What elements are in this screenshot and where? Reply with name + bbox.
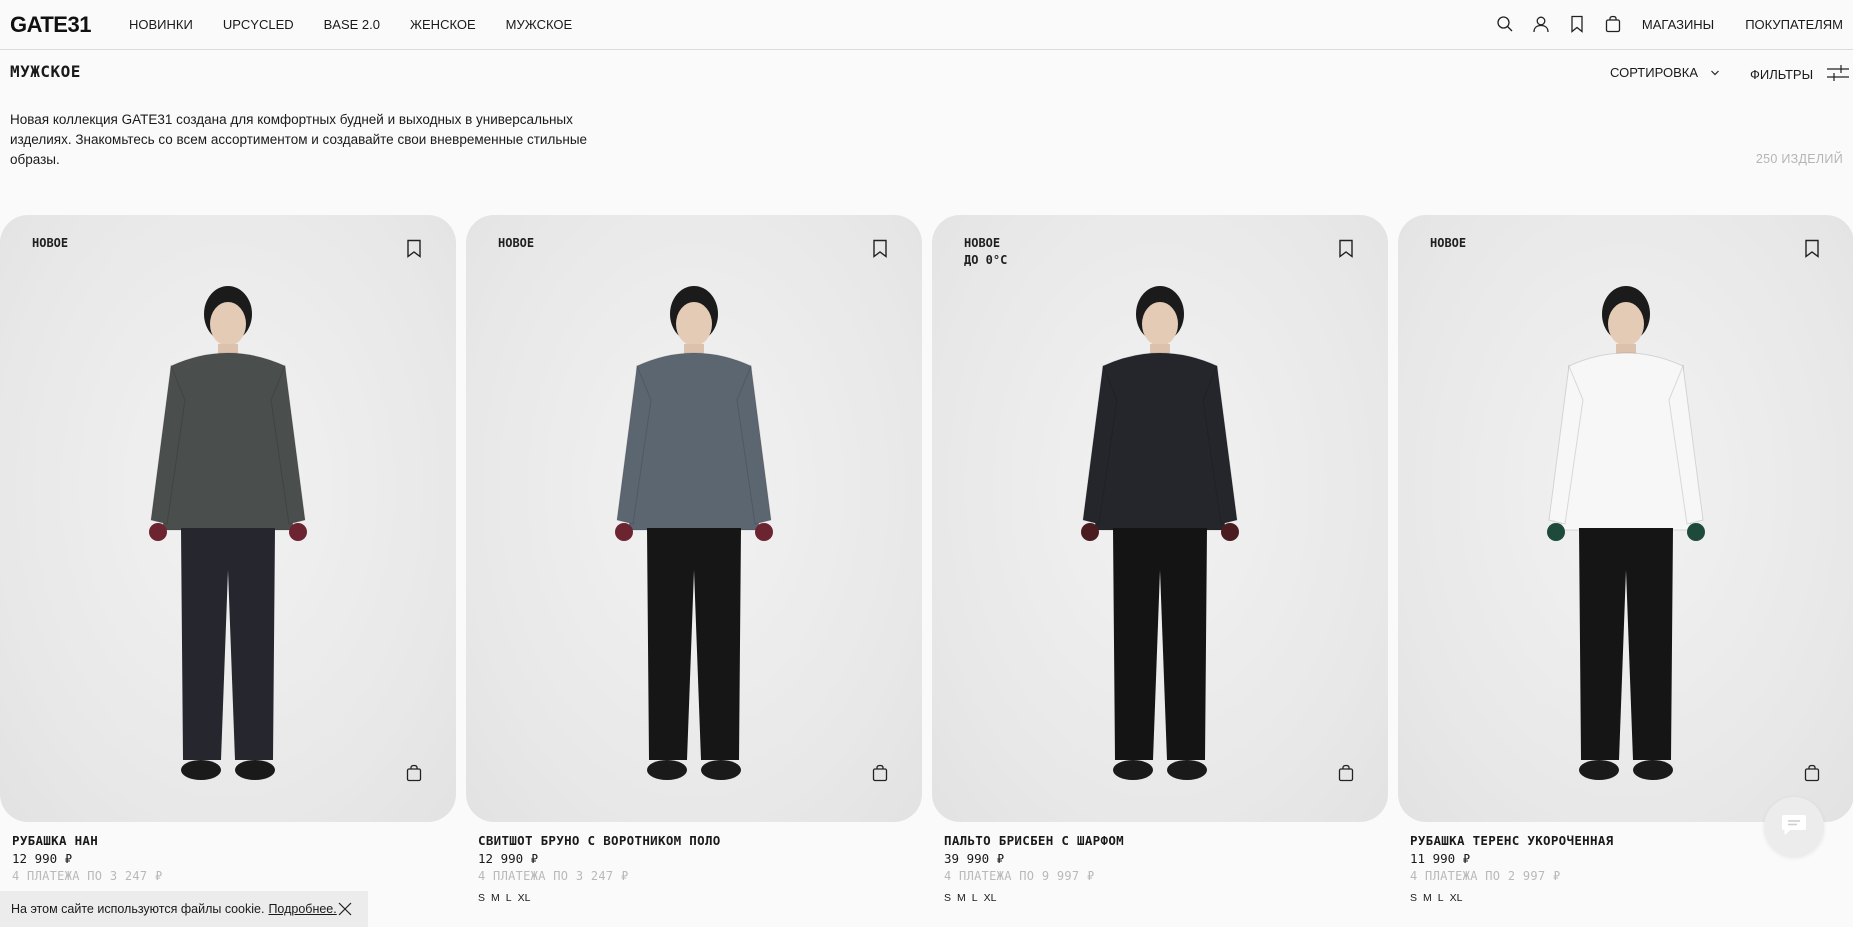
product-sizes: S M L XL [478,892,922,904]
sort-label: СОРТИРОВКА [1610,65,1698,80]
product-image[interactable]: НОВОЕ [0,215,456,822]
size-option[interactable]: L [506,892,512,904]
product-card[interactable]: НОВОЕ [466,215,922,904]
add-to-cart-icon[interactable] [872,764,888,782]
size-option[interactable]: S [1410,892,1417,904]
nav-item-men[interactable]: МУЖСКОЕ [506,17,573,32]
customers-link[interactable]: ПОКУПАТЕЛЯМ [1745,17,1843,32]
product-card[interactable]: НОВОЕ [0,215,456,892]
bookmark-icon[interactable] [1804,239,1820,258]
product-sizes: S M L XL [944,892,1388,904]
size-option[interactable]: M [957,892,966,904]
size-option[interactable]: XL [518,892,531,904]
size-option[interactable]: XL [984,892,997,904]
product-card[interactable]: НОВОЕ ДО 0°C ПАЛЬТО БРИСБЕН С ШАРФОМ 39 … [932,215,1388,904]
product-badge: НОВОЕ [32,236,69,250]
search-icon[interactable] [1496,15,1514,33]
collection-description: Новая коллекция GATE31 создана для комфо… [10,112,588,167]
model-figure [599,270,789,795]
user-icon[interactable] [1532,15,1550,33]
header-icons [1496,15,1622,33]
header-links: МАГАЗИНЫ ПОКУПАТЕЛЯМ [1642,17,1843,32]
filter-sliders-icon [1827,65,1850,84]
size-option[interactable]: XL [1450,892,1463,904]
cookie-more-link[interactable]: Подробнее. [268,902,336,916]
product-installments: 4 ПЛАТЕЖА ПО 2 997 ₽ [1410,869,1561,883]
chat-icon [1781,814,1807,841]
add-to-cart-icon[interactable] [1338,764,1354,782]
bookmark-icon[interactable] [1568,15,1586,33]
chevron-down-icon [1710,65,1720,80]
product-badge: НОВОЕ ДО 0°C [964,236,1008,267]
product-name[interactable]: ПАЛЬТО БРИСБЕН С ШАРФОМ [944,833,1388,848]
main-nav: НОВИНКИ UPCYCLED BASE 2.0 ЖЕНСКОЕ МУЖСКО… [129,17,602,32]
size-option[interactable]: S [478,892,485,904]
nav-item-base[interactable]: BASE 2.0 [324,17,380,32]
cookie-text: На этом сайте используются файлы cookie. [11,902,265,916]
product-sizes: S M L XL [1410,892,1853,904]
add-to-cart-icon[interactable] [406,764,422,782]
product-installments: 4 ПЛАТЕЖА ПО 3 247 ₽ [478,869,629,883]
bag-icon[interactable] [1604,15,1622,33]
size-option[interactable]: M [1423,892,1432,904]
add-to-cart-icon[interactable] [1804,764,1820,782]
product-badge: НОВОЕ [498,236,535,250]
site-header: GATE31 НОВИНКИ UPCYCLED BASE 2.0 ЖЕНСКОЕ… [0,0,1853,50]
product-name[interactable]: РУБАШКА НАН [12,833,456,848]
stores-link[interactable]: МАГАЗИНЫ [1642,17,1714,32]
bookmark-icon[interactable] [1338,239,1354,258]
nav-item-upcycled[interactable]: UPCYCLED [223,17,294,32]
size-option[interactable]: M [491,892,500,904]
nav-item-new[interactable]: НОВИНКИ [129,17,193,32]
product-badge: НОВОЕ [1430,236,1467,250]
sort-dropdown[interactable]: СОРТИРОВКА [1610,65,1720,80]
size-option[interactable]: L [1438,892,1444,904]
cookie-banner: На этом сайте используются файлы cookie.… [0,891,368,927]
chat-button[interactable] [1764,797,1824,857]
size-option[interactable]: S [944,892,951,904]
size-option[interactable]: L [972,892,978,904]
bookmark-icon[interactable] [872,239,888,258]
product-name[interactable]: СВИТШОТ БРУНО С ВОРОТНИКОМ ПОЛО [478,833,922,848]
page-title: МУЖСКОЕ [10,62,81,81]
product-installments: 4 ПЛАТЕЖА ПО 3 247 ₽ [12,869,163,883]
filters-button[interactable]: ФИЛЬТРЫ [1750,65,1850,84]
product-installments: 4 ПЛАТЕЖА ПО 9 997 ₽ [944,869,1095,883]
product-price: 12 990 ₽ [12,851,73,866]
close-icon[interactable] [338,902,352,916]
model-figure [1531,270,1721,795]
product-image[interactable]: НОВОЕ [1398,215,1853,822]
model-figure [133,270,323,795]
filters-label: ФИЛЬТРЫ [1750,67,1814,82]
nav-item-women[interactable]: ЖЕНСКОЕ [410,17,476,32]
site-logo[interactable]: GATE31 [10,12,91,38]
product-price: 39 990 ₽ [944,851,1005,866]
model-figure [1065,270,1255,795]
product-price: 12 990 ₽ [478,851,539,866]
product-image[interactable]: НОВОЕ ДО 0°C [932,215,1388,822]
items-count: 250 ИЗДЕЛИЙ [1755,152,1843,166]
product-image[interactable]: НОВОЕ [466,215,922,822]
bookmark-icon[interactable] [406,239,422,258]
